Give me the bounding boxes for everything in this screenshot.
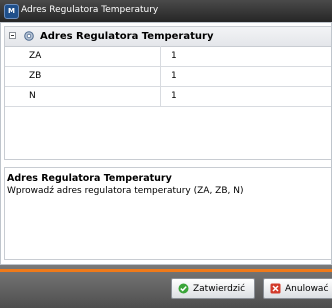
property-row-zb[interactable]: ZB 1: [5, 66, 331, 87]
property-name: ZA: [29, 51, 42, 61]
property-row-n[interactable]: N 1: [5, 86, 331, 107]
property-name: ZB: [29, 71, 42, 81]
cancel-button-label: Anulować: [285, 284, 329, 294]
gear-icon: [24, 31, 34, 41]
property-group-label: Adres Regulatora Temperatury: [40, 31, 214, 42]
window-title: Adres Regulatora Temperatury: [21, 5, 159, 15]
close-icon: [270, 283, 281, 294]
property-name-cell: N: [5, 86, 161, 106]
property-grid: Adres Regulatora Temperatury ZA 1 ZB 1 N…: [4, 26, 331, 160]
property-value[interactable]: 1: [171, 51, 177, 61]
confirm-button-label: Zatwierdzić: [193, 284, 246, 294]
description-panel: Adres Regulatora Temperatury Wprowadź ad…: [4, 167, 331, 260]
title-bar[interactable]: M Adres Regulatora Temperatury: [0, 0, 332, 23]
description-title: Adres Regulatora Temperatury: [7, 173, 172, 184]
collapse-icon[interactable]: [9, 32, 16, 39]
property-value[interactable]: 1: [171, 71, 177, 81]
cancel-button[interactable]: Anulować: [263, 278, 332, 299]
description-text: Wprowadź adres regulatora temperatury (Z…: [7, 186, 244, 196]
button-bar: Zatwierdzić Anulować: [0, 265, 332, 308]
property-group-header[interactable]: Adres Regulatora Temperatury: [5, 27, 331, 47]
property-row-za[interactable]: ZA 1: [5, 46, 331, 67]
dialog-window: M Adres Regulatora Temperatury Adres Reg…: [0, 0, 332, 308]
accent-divider: [0, 269, 332, 272]
property-name-cell: ZA: [5, 46, 161, 66]
property-value[interactable]: 1: [171, 91, 177, 101]
app-icon: M: [4, 4, 19, 19]
property-name: N: [29, 91, 36, 101]
content-area: Adres Regulatora Temperatury ZA 1 ZB 1 N…: [0, 22, 332, 265]
check-icon: [178, 283, 189, 294]
property-name-cell: ZB: [5, 66, 161, 86]
confirm-button[interactable]: Zatwierdzić: [171, 278, 255, 299]
